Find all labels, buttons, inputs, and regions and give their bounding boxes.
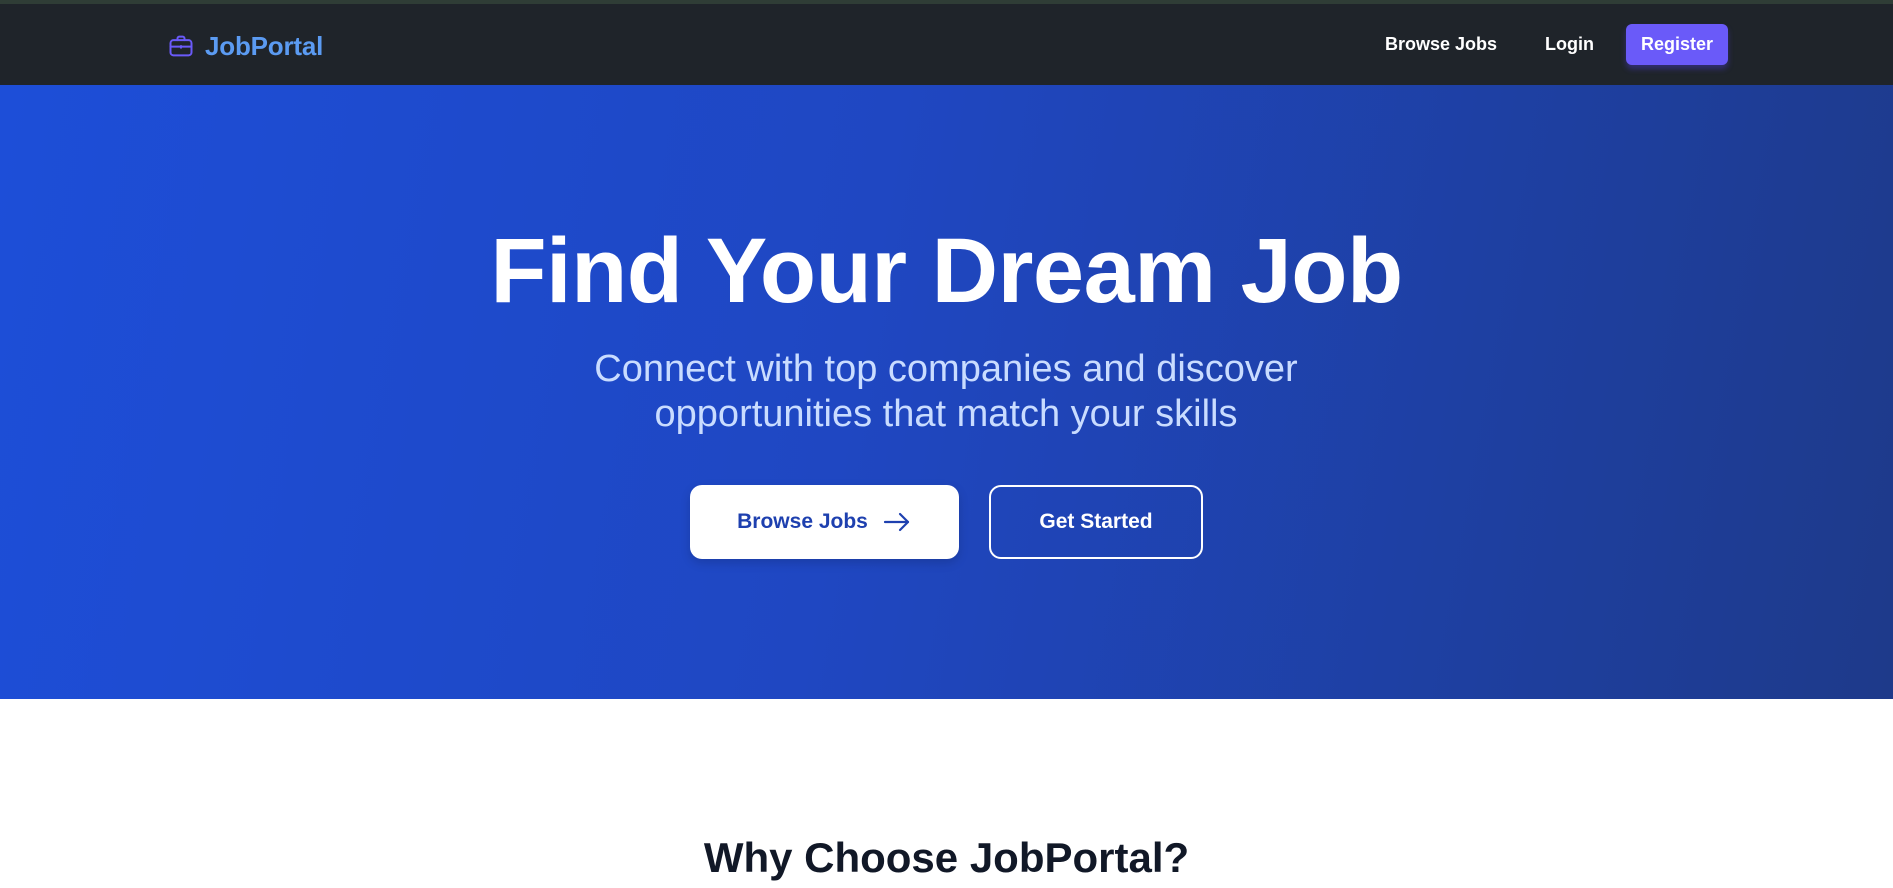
browse-jobs-button[interactable]: Browse Jobs xyxy=(690,485,959,559)
nav-links: Browse Jobs Login Register xyxy=(1379,23,1728,65)
browse-jobs-button-label: Browse Jobs xyxy=(737,510,868,533)
register-button[interactable]: Register xyxy=(1626,23,1728,65)
brand-name: JobPortal xyxy=(205,30,324,61)
navbar: JobPortal Browse Jobs Login Register xyxy=(0,4,1893,85)
nav-login-link[interactable]: Login xyxy=(1539,34,1600,55)
hero-title: Find Your Dream Job xyxy=(490,220,1403,322)
arrow-right-icon xyxy=(883,512,909,532)
why-choose-heading: Why Choose JobPortal? xyxy=(703,834,1190,881)
hero-subtitle: Connect with top companies and discover … xyxy=(594,348,1298,435)
hero-section: Find Your Dream Job Connect with top com… xyxy=(0,85,1893,699)
nav-browse-jobs-link[interactable]: Browse Jobs xyxy=(1379,34,1503,55)
get-started-button[interactable]: Get Started xyxy=(989,485,1203,559)
briefcase-icon xyxy=(169,35,193,57)
brand-logo-link[interactable]: JobPortal xyxy=(167,26,323,66)
